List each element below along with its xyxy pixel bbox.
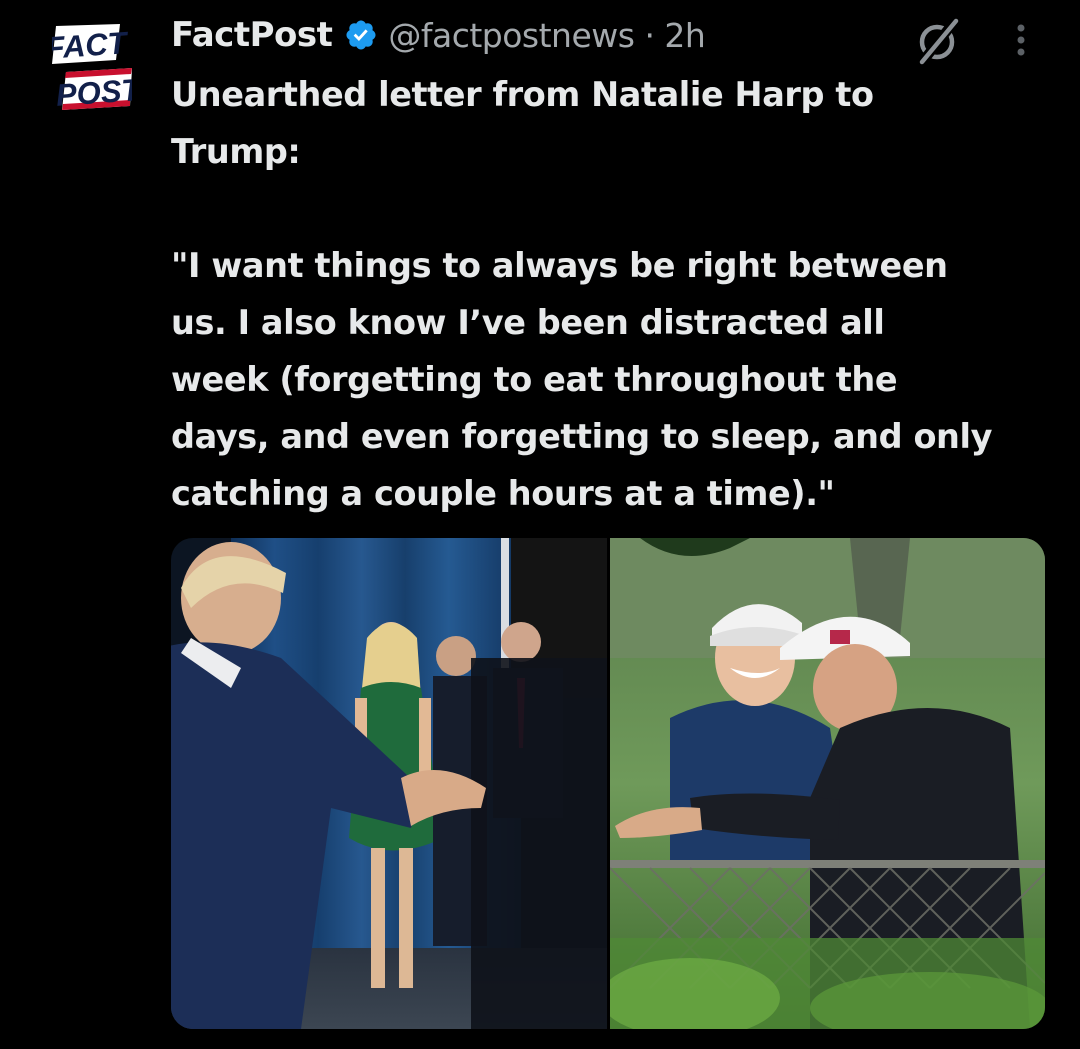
tweet-line: catching a couple hours at a time)." (171, 474, 835, 513)
handle-and-time[interactable]: @factpostnews · 2h (388, 16, 705, 55)
tweet-line: days, and even forgetting to sleep, and … (171, 417, 993, 456)
logo-text-fact: FACT (52, 25, 131, 66)
tweet-line-blank (171, 180, 1061, 237)
tweet-body: FactPost @factpostnews · 2h Unearthed le… (171, 10, 1061, 522)
media-grid (171, 538, 1045, 1029)
logo-text-post: POST (55, 72, 132, 110)
photo-golf-course[interactable] (610, 538, 1045, 1029)
tweet-line: Trump: (171, 132, 301, 171)
tweet-line: Unearthed letter from Natalie Harp to (171, 75, 874, 114)
verified-badge-icon (346, 20, 376, 50)
tweet-text: Unearthed letter from Natalie Harp to Tr… (171, 66, 1061, 522)
display-name[interactable]: FactPost (171, 15, 333, 55)
tweet-line: us. I also know I’ve been distracted all (171, 303, 885, 342)
tweet[interactable]: FACT POST FactPost @factpostnews · 2h Un… (0, 0, 1080, 1049)
factpost-logo-icon: FACT POST (45, 24, 145, 113)
tweet-line: "I want things to always be right betwee… (171, 246, 948, 285)
photo-rally-backstage[interactable] (171, 538, 607, 1029)
more-options-icon[interactable] (1006, 20, 1036, 60)
tweet-line: week (forgetting to eat throughout the (171, 360, 898, 399)
profile-avatar[interactable]: FACT POST (45, 24, 145, 113)
grok-icon[interactable] (914, 16, 964, 66)
